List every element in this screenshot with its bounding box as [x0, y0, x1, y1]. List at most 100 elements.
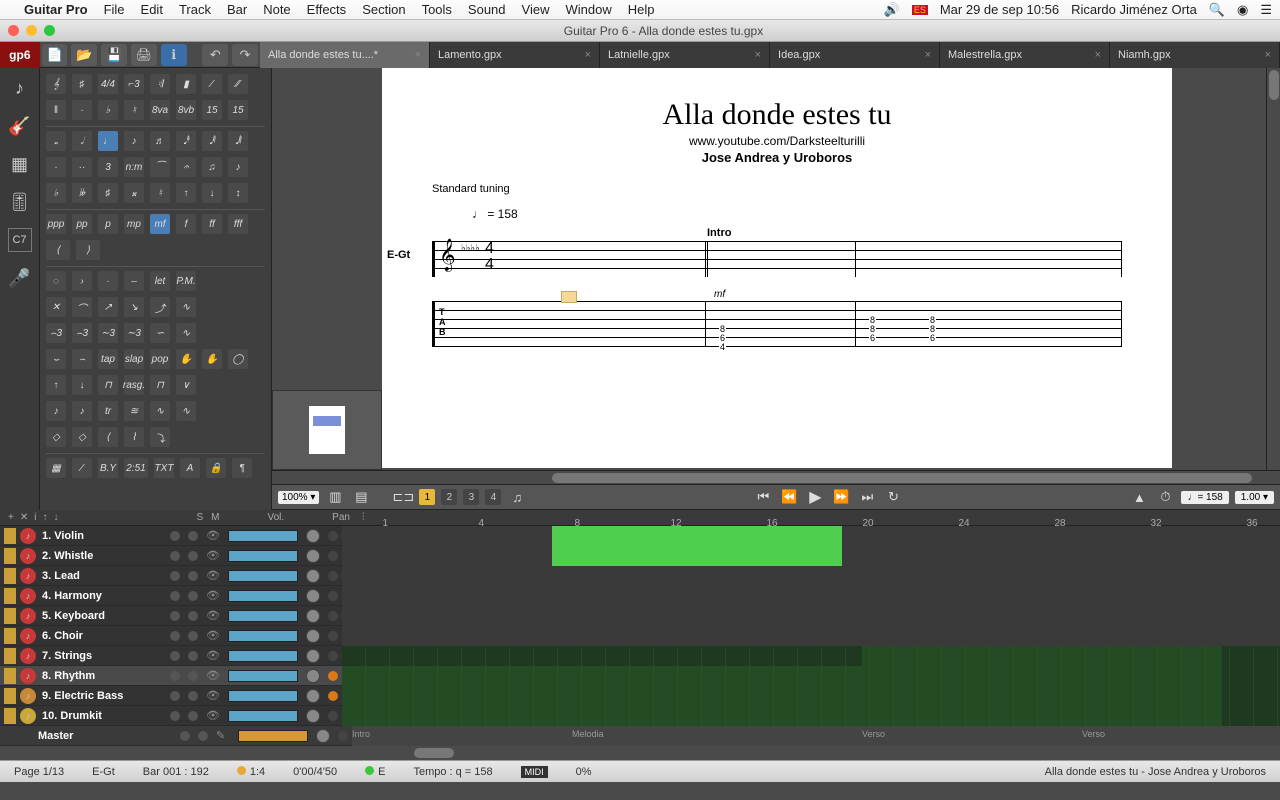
pan-knob[interactable]: [306, 529, 320, 543]
automation-led[interactable]: [328, 611, 338, 621]
pan-knob[interactable]: [306, 709, 320, 723]
beam[interactable]: ♫: [202, 157, 222, 177]
grace2[interactable]: ♪: [46, 401, 66, 421]
solo-button[interactable]: [170, 611, 180, 621]
menubar-user[interactable]: Ricardo Jiménez Orta: [1071, 2, 1197, 17]
solo-button[interactable]: [170, 711, 180, 721]
pan-knob[interactable]: [306, 689, 320, 703]
amp-tool-icon[interactable]: ▦: [8, 152, 32, 176]
menubar-date[interactable]: Mar 29 de sep 10:56: [940, 2, 1059, 17]
notation-staff[interactable]: 𝄞 ♭♭♭♭ 44: [432, 241, 1122, 277]
track-type-icon[interactable]: ♪: [20, 528, 36, 544]
tab-staff[interactable]: TAB 864886886: [432, 301, 1122, 347]
dur-dot[interactable]: ·: [46, 157, 66, 177]
track-row[interactable]: ♪1. Violin👁: [0, 526, 1280, 546]
pan-knob[interactable]: [306, 609, 320, 623]
print-button[interactable]: 🖨: [131, 44, 157, 66]
track-flag[interactable]: [4, 528, 16, 544]
decresc[interactable]: ⟩: [76, 240, 100, 260]
mute-button[interactable]: [188, 651, 198, 661]
menu-window[interactable]: Window: [565, 2, 611, 17]
track-row[interactable]: ♪6. Choir👁: [0, 626, 1280, 646]
track-flag[interactable]: [4, 648, 16, 664]
wah[interactable]: ∿: [150, 401, 170, 421]
section-marker[interactable]: Intro: [352, 729, 370, 739]
track-flag[interactable]: [4, 568, 16, 584]
dyn-mf[interactable]: mf: [150, 214, 170, 234]
dead[interactable]: ✕: [46, 297, 66, 317]
palette-clef[interactable]: 𝄞: [46, 74, 66, 94]
marker[interactable]: ¶: [232, 458, 252, 478]
list-icon[interactable]: ☰: [1260, 2, 1272, 18]
tenuto[interactable]: –: [124, 271, 144, 291]
dur-16th[interactable]: ♬: [150, 131, 170, 151]
document-tab[interactable]: Idea.gpx×: [770, 42, 940, 68]
automation-led[interactable]: [328, 531, 338, 541]
display-mode-1[interactable]: ▥: [325, 488, 345, 506]
track-timeline[interactable]: [342, 526, 1280, 546]
track-type-icon[interactable]: ♪: [20, 548, 36, 564]
arrow-dn[interactable]: ↓: [72, 375, 92, 395]
visibility-icon[interactable]: 👁: [206, 629, 220, 642]
trill[interactable]: tr: [98, 401, 118, 421]
palette-dot[interactable]: ·: [72, 100, 92, 120]
tempo-display[interactable]: ♩= 158: [1181, 491, 1228, 504]
tie[interactable]: ⁀: [150, 157, 170, 177]
letring[interactable]: let: [150, 271, 170, 291]
left-hand[interactable]: ✋: [176, 349, 196, 369]
rewind-button[interactable]: ⏪: [779, 488, 799, 506]
grace[interactable]: ♪: [228, 157, 248, 177]
mute-button[interactable]: [188, 711, 198, 721]
dyn-ppp[interactable]: ppp: [46, 214, 66, 234]
track-info-icon[interactable]: i: [34, 512, 36, 523]
track-row[interactable]: ♪10. Drumkit👁: [0, 706, 1280, 726]
remove-track-icon[interactable]: ✕: [20, 512, 28, 523]
visibility-icon[interactable]: 👁: [206, 689, 220, 702]
close-tab-icon[interactable]: ×: [1265, 49, 1271, 61]
accent[interactable]: ›: [72, 271, 92, 291]
track-timeline[interactable]: [342, 646, 1280, 666]
master-volume[interactable]: [238, 730, 308, 742]
slash-note[interactable]: ⁄: [72, 458, 92, 478]
barre[interactable]: ⊓: [150, 375, 170, 395]
voice-1[interactable]: 1: [419, 489, 435, 505]
volume-slider[interactable]: [228, 570, 298, 582]
mordent[interactable]: ∿: [176, 323, 196, 343]
voice-4[interactable]: 4: [485, 489, 501, 505]
mute-button[interactable]: [188, 551, 198, 561]
solo-button[interactable]: [170, 651, 180, 661]
staccato[interactable]: ·: [98, 271, 118, 291]
fermata[interactable]: 𝄐: [176, 157, 196, 177]
automation-led[interactable]: [328, 571, 338, 581]
solo-button[interactable]: [170, 551, 180, 561]
visibility-icon[interactable]: 👁: [206, 709, 220, 722]
wah2[interactable]: ∿: [176, 401, 196, 421]
menu-sound[interactable]: Sound: [468, 2, 506, 17]
automation-led[interactable]: [328, 591, 338, 601]
palette-triplet[interactable]: ⌐3: [124, 74, 144, 94]
master-solo[interactable]: [180, 731, 190, 741]
volume-slider[interactable]: [228, 530, 298, 542]
automation-led[interactable]: [328, 551, 338, 561]
hp-down[interactable]: ⌣: [46, 349, 66, 369]
dur-quarter[interactable]: ♩: [98, 131, 118, 151]
track-hscroll[interactable]: [0, 746, 1280, 760]
volume-slider[interactable]: [228, 710, 298, 722]
track-timeline[interactable]: [342, 626, 1280, 646]
close-tab-icon[interactable]: ×: [925, 49, 931, 61]
dyn-pp[interactable]: pp: [72, 214, 92, 234]
flag-icon[interactable]: ES: [912, 5, 928, 15]
stem-up[interactable]: ↑: [176, 183, 196, 203]
volume-slider[interactable]: [228, 670, 298, 682]
dyn-fff[interactable]: fff: [228, 214, 248, 234]
mute-button[interactable]: [188, 671, 198, 681]
display-mode-2[interactable]: ▤: [351, 488, 371, 506]
right-hand[interactable]: ✋: [202, 349, 222, 369]
bar-num[interactable]: B.Y: [98, 458, 118, 478]
mute-button[interactable]: [188, 571, 198, 581]
slap[interactable]: slap: [124, 349, 144, 369]
volume-icon[interactable]: 🔊: [884, 2, 900, 18]
track-row[interactable]: ♪8. Rhythm👁: [0, 666, 1280, 686]
palette-8va[interactable]: 8va: [150, 100, 170, 120]
pan-knob[interactable]: [306, 629, 320, 643]
